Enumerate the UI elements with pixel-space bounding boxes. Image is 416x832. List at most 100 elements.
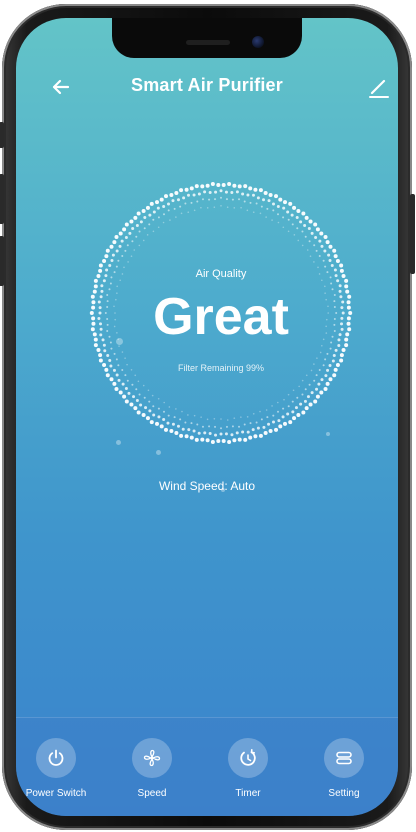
ring-dot: [330, 282, 333, 285]
ring-dot: [283, 200, 287, 205]
ring-dot: [324, 285, 326, 288]
ring-dot: [132, 395, 136, 399]
ring-dot: [152, 230, 155, 233]
ring-dot: [163, 194, 168, 199]
ring-dot: [313, 222, 318, 227]
ring-dot: [277, 410, 279, 413]
ring-dot: [131, 240, 134, 243]
ring-dot: [134, 374, 137, 377]
ring-dot: [214, 433, 218, 437]
ring-dot: [259, 410, 261, 413]
ring-dot: [110, 259, 114, 262]
ring-dot: [243, 437, 248, 442]
ring-dot: [138, 393, 141, 396]
ring-dot: [179, 418, 182, 421]
ring-dot: [313, 261, 315, 263]
ring-dot: [296, 412, 301, 417]
ring-dot: [93, 284, 98, 289]
ring-dot: [308, 219, 313, 224]
ring-dot: [325, 240, 330, 245]
ring-dot: [314, 236, 318, 240]
ring-dot: [146, 234, 149, 236]
ring-dot: [157, 397, 160, 400]
ring-dot: [252, 211, 255, 213]
ring-dot: [326, 352, 329, 355]
ring-dot: [309, 255, 312, 257]
ring-dot: [248, 435, 253, 440]
ring-dot: [214, 190, 218, 194]
ring-dot: [303, 224, 307, 228]
ring-dot: [117, 259, 120, 262]
ring-dot: [304, 235, 307, 238]
ring-dot: [152, 405, 155, 408]
ring-dot: [216, 438, 221, 443]
ring-dot: [241, 430, 245, 434]
ring-dot: [315, 374, 318, 377]
ring-dot: [118, 390, 123, 395]
ring-dot: [169, 429, 174, 433]
ring-dot: [332, 248, 337, 253]
ring-dot: [315, 387, 319, 391]
ring-dot: [240, 206, 242, 209]
ring-dot: [142, 239, 145, 242]
speed-button[interactable]: Speed: [112, 738, 192, 808]
ring-dot: [332, 373, 337, 378]
ring-dot: [323, 386, 328, 391]
ring-dot: [168, 406, 171, 408]
ring-dot: [325, 381, 330, 386]
ring-dot: [301, 230, 304, 233]
ring-dot: [157, 226, 160, 229]
ring-dot: [266, 416, 269, 419]
ring-dot: [341, 348, 346, 352]
ring-dot: [292, 416, 297, 421]
ring-dot: [276, 204, 280, 208]
ring-dot: [108, 263, 112, 267]
ring-dot: [124, 236, 128, 240]
ring-dot: [135, 224, 139, 228]
timer-button[interactable]: Timer: [208, 738, 288, 808]
ring-dot: [329, 347, 332, 350]
air-quality-ring: Air Quality Great Filter Remaining 99%: [86, 178, 356, 448]
ring-dot: [157, 407, 160, 410]
ring-dot: [246, 430, 250, 434]
ring-dot: [294, 406, 298, 410]
ring-dot: [272, 414, 275, 417]
ring-dot: [308, 240, 311, 243]
ring-dot: [305, 374, 308, 377]
ring-dot: [283, 421, 287, 426]
ring-dot: [255, 421, 258, 424]
ring-dot: [175, 408, 177, 410]
ring-dot: [179, 188, 184, 193]
ring-dot: [243, 200, 246, 203]
ring-dot: [231, 198, 234, 201]
ring-dot: [190, 422, 193, 425]
ring-dot: [328, 259, 332, 262]
ring-dot: [256, 426, 260, 430]
ring-dot: [219, 432, 223, 436]
ring-dot: [253, 187, 258, 192]
ring-dot: [175, 216, 177, 218]
ring-dot: [136, 410, 141, 415]
ring-dot: [296, 396, 299, 399]
ring-dot: [166, 421, 170, 425]
ring-dot: [141, 412, 146, 417]
app-screen: Smart Air Purifier Air Quality Great Fil…: [16, 18, 398, 816]
ring-dot: [266, 207, 269, 210]
power-switch-button[interactable]: Power Switch: [16, 738, 96, 808]
ring-dot: [187, 428, 191, 432]
ring-dot: [124, 222, 129, 227]
edit-button[interactable]: [366, 72, 394, 102]
ring-dot: [121, 382, 125, 386]
setting-button[interactable]: Setting: [304, 738, 384, 808]
ring-dot: [232, 438, 237, 443]
notch: [112, 18, 302, 58]
ring-dot: [299, 220, 303, 224]
ring-dot: [135, 398, 139, 402]
ring-dot: [315, 249, 318, 252]
ring-dot: [138, 230, 141, 233]
ring-dot: [224, 190, 228, 194]
ring-dot: [197, 431, 201, 435]
ring-dot: [141, 209, 146, 214]
ring-dot: [131, 227, 135, 231]
ring-dot: [262, 425, 266, 429]
